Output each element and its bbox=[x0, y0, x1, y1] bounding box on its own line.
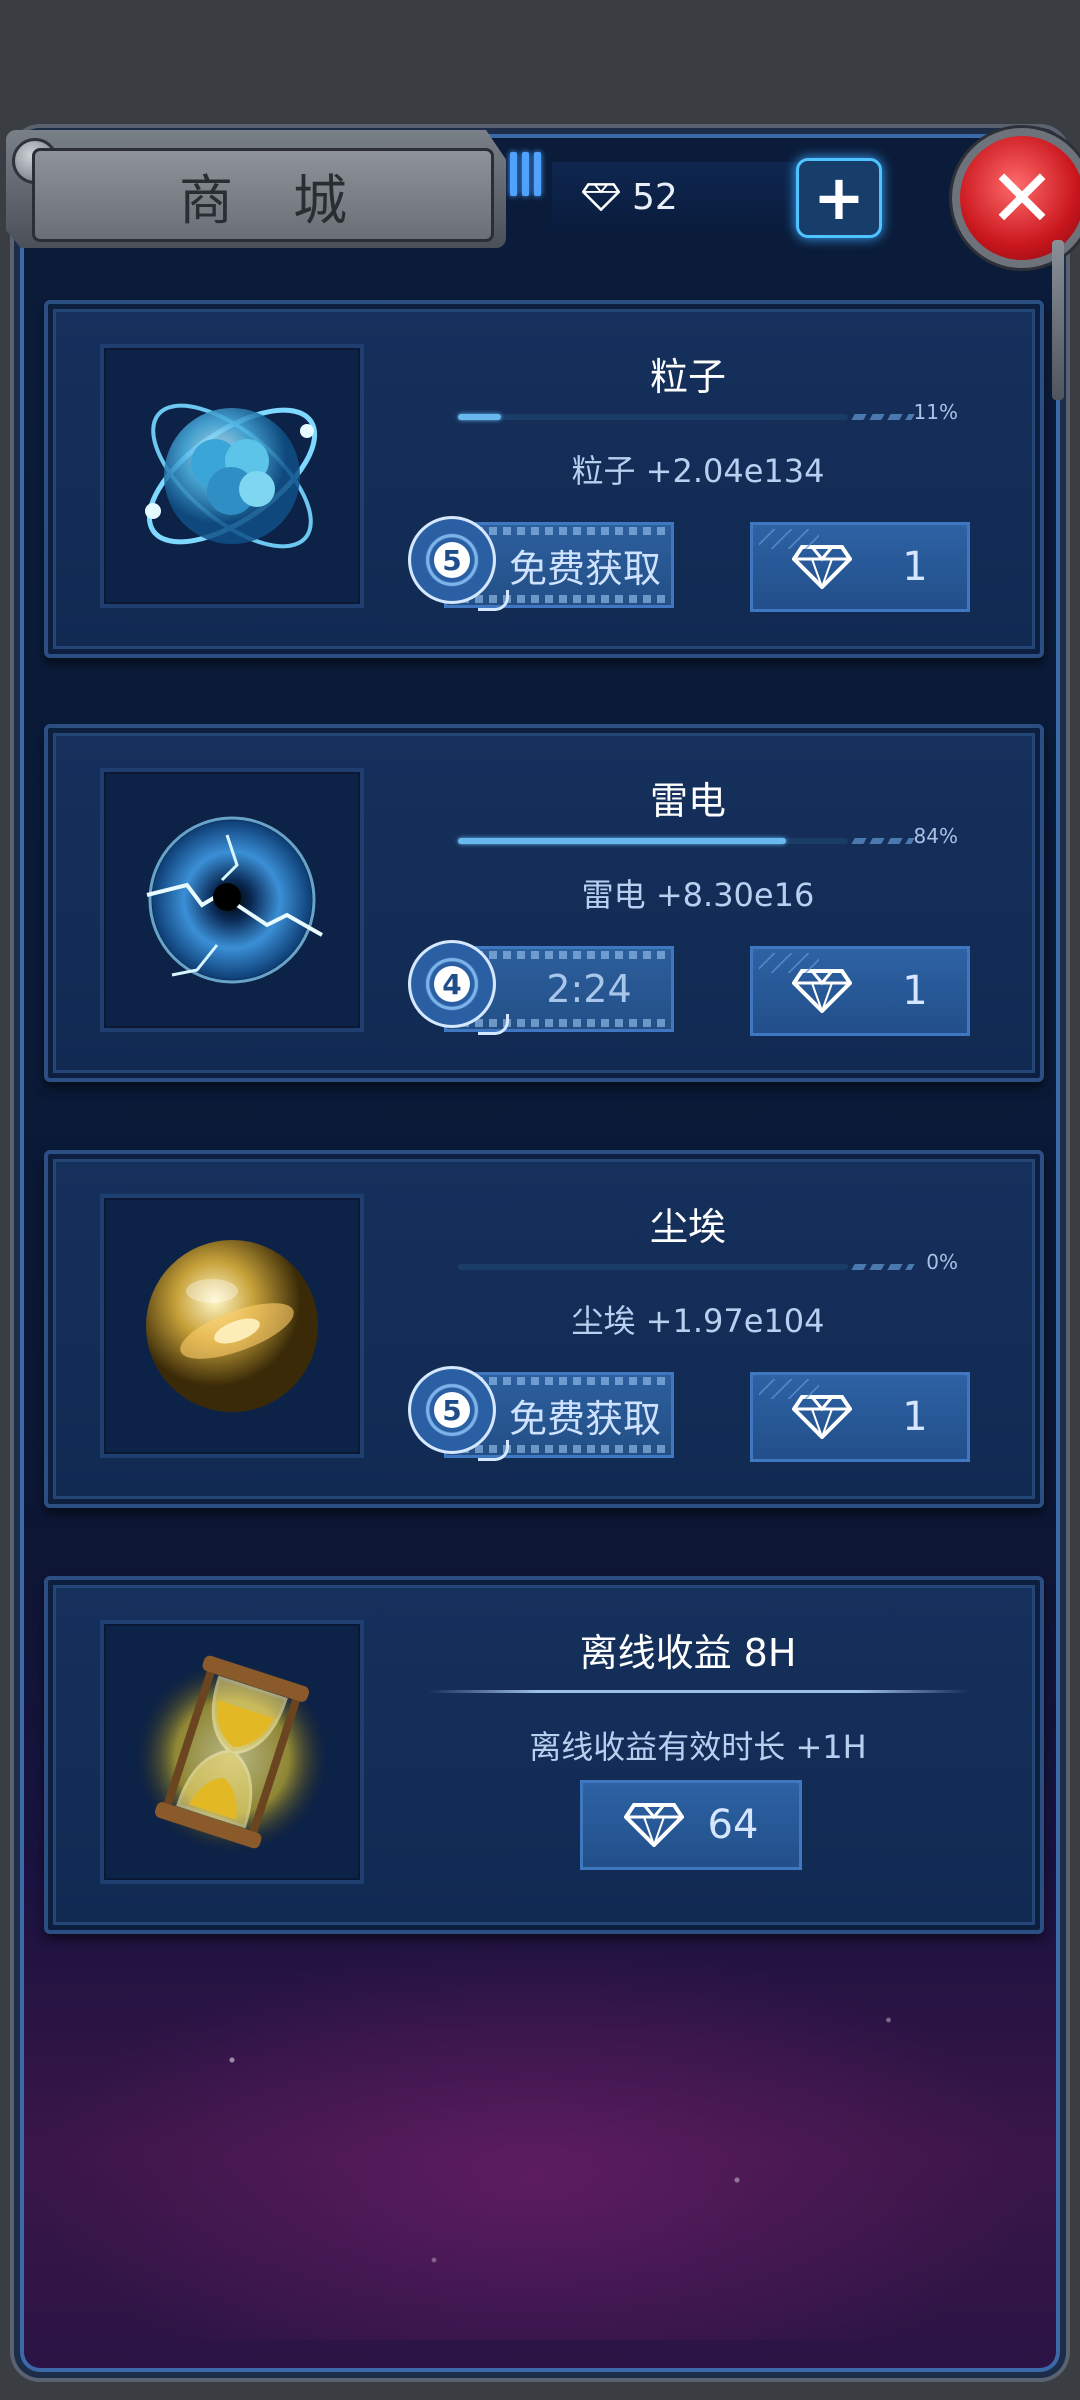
buy-with-gems-button[interactable]: 1 bbox=[750, 946, 970, 1036]
gem-cost: 1 bbox=[902, 968, 928, 1014]
cooldown-timer: 2:24 bbox=[546, 967, 632, 1011]
diamond-icon bbox=[792, 969, 853, 1013]
item-icon-frame bbox=[100, 1194, 364, 1458]
gem-balance: 52 bbox=[552, 162, 822, 232]
buy-with-gems-button[interactable]: 1 bbox=[750, 522, 970, 612]
item-effect: 尘埃 +1.97e104 bbox=[571, 1302, 825, 1340]
item-icon-frame bbox=[100, 344, 364, 608]
ad-count: 5 bbox=[434, 1392, 470, 1428]
diamond-icon bbox=[792, 545, 853, 589]
diamond-icon bbox=[582, 183, 620, 211]
progress-bar bbox=[458, 414, 848, 420]
gem-cost: 64 bbox=[707, 1802, 759, 1848]
item-effect: 粒子 +2.04e134 bbox=[571, 452, 825, 490]
diamond-icon bbox=[792, 1395, 853, 1439]
item-name: 雷电 bbox=[649, 779, 726, 823]
progress-bar bbox=[458, 838, 848, 844]
progress-bar bbox=[458, 1264, 848, 1270]
nebula-background bbox=[30, 1940, 1040, 2340]
shop-item-lightning: 雷电 84% 雷电 +8.30e16 2:24 4 1 bbox=[30, 710, 1058, 1096]
item-icon-frame bbox=[100, 768, 364, 1032]
gem-count: 52 bbox=[632, 176, 678, 218]
page-title: 商城 bbox=[32, 148, 494, 242]
close-icon: ✕ bbox=[988, 151, 1056, 245]
progress-percent: 84% bbox=[913, 824, 958, 848]
shop-item-particle: 粒子 11% 粒子 +2.04e134 免费获取 5 1 bbox=[30, 286, 1058, 672]
plus-icon: + bbox=[813, 161, 865, 234]
buy-with-gems-button[interactable]: 1 bbox=[750, 1372, 970, 1462]
divider bbox=[428, 1690, 968, 1693]
lightning-orb-icon bbox=[146, 816, 323, 984]
diamond-icon bbox=[623, 1803, 684, 1847]
dust-orb-icon bbox=[146, 1240, 318, 1412]
item-icon-frame bbox=[100, 1620, 364, 1884]
signal-bars-icon bbox=[510, 152, 546, 196]
add-gems-button[interactable]: + bbox=[796, 158, 882, 238]
buy-offline-button[interactable]: 64 bbox=[580, 1780, 802, 1870]
item-effect: 离线收益有效时长 +1H bbox=[529, 1728, 867, 1766]
gem-cost: 1 bbox=[902, 1394, 928, 1440]
hourglass-icon bbox=[137, 1655, 327, 1852]
particle-orb-icon bbox=[145, 403, 318, 549]
progress-fill bbox=[458, 838, 786, 844]
item-name: 尘埃 bbox=[649, 1205, 726, 1249]
progress-percent: 0% bbox=[926, 1250, 958, 1274]
free-get-label: 免费获取 bbox=[508, 1396, 661, 1441]
free-get-label: 免费获取 bbox=[508, 546, 661, 591]
ad-count: 5 bbox=[434, 542, 470, 578]
ad-count: 4 bbox=[434, 966, 470, 1002]
item-name: 粒子 bbox=[649, 355, 726, 399]
item-effect: 雷电 +8.30e16 bbox=[581, 876, 815, 914]
progress-fill bbox=[458, 414, 501, 420]
item-name: 离线收益 8H bbox=[579, 1631, 797, 1675]
progress-percent: 11% bbox=[913, 400, 958, 424]
shop-item-dust: 尘埃 0% 尘埃 +1.97e104 免费获取 5 1 bbox=[30, 1136, 1058, 1522]
frame-rail bbox=[1052, 240, 1064, 400]
gem-cost: 1 bbox=[902, 544, 928, 590]
shop-item-offline: 离线收益 8H 离线收益有效时长 +1H 64 bbox=[30, 1562, 1058, 1948]
